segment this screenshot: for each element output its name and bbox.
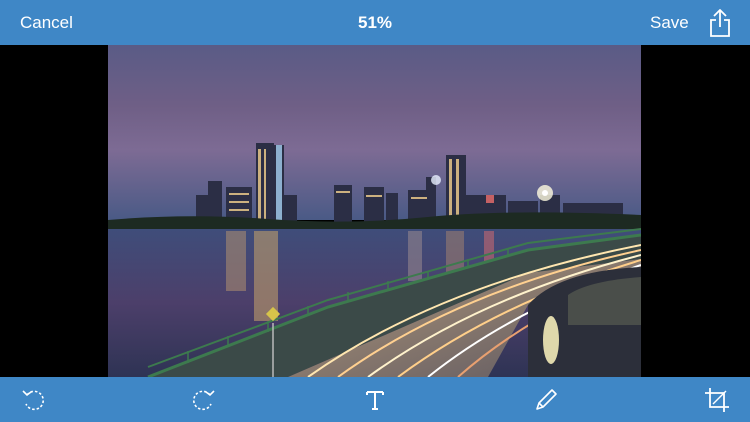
text-icon[interactable] — [359, 384, 391, 416]
share-icon[interactable] — [707, 8, 733, 38]
crop-icon[interactable] — [701, 384, 733, 416]
rotate-left-icon[interactable] — [17, 384, 49, 416]
bottom-toolbar — [0, 377, 750, 422]
pencil-icon[interactable] — [530, 384, 562, 416]
save-button[interactable]: Save — [650, 0, 689, 45]
top-toolbar: Cancel 51% Save — [0, 0, 750, 45]
rotate-right-icon[interactable] — [188, 384, 220, 416]
zoom-level-label: 51% — [357, 13, 393, 32]
canvas-area — [0, 45, 750, 377]
edited-photo[interactable] — [108, 45, 641, 377]
